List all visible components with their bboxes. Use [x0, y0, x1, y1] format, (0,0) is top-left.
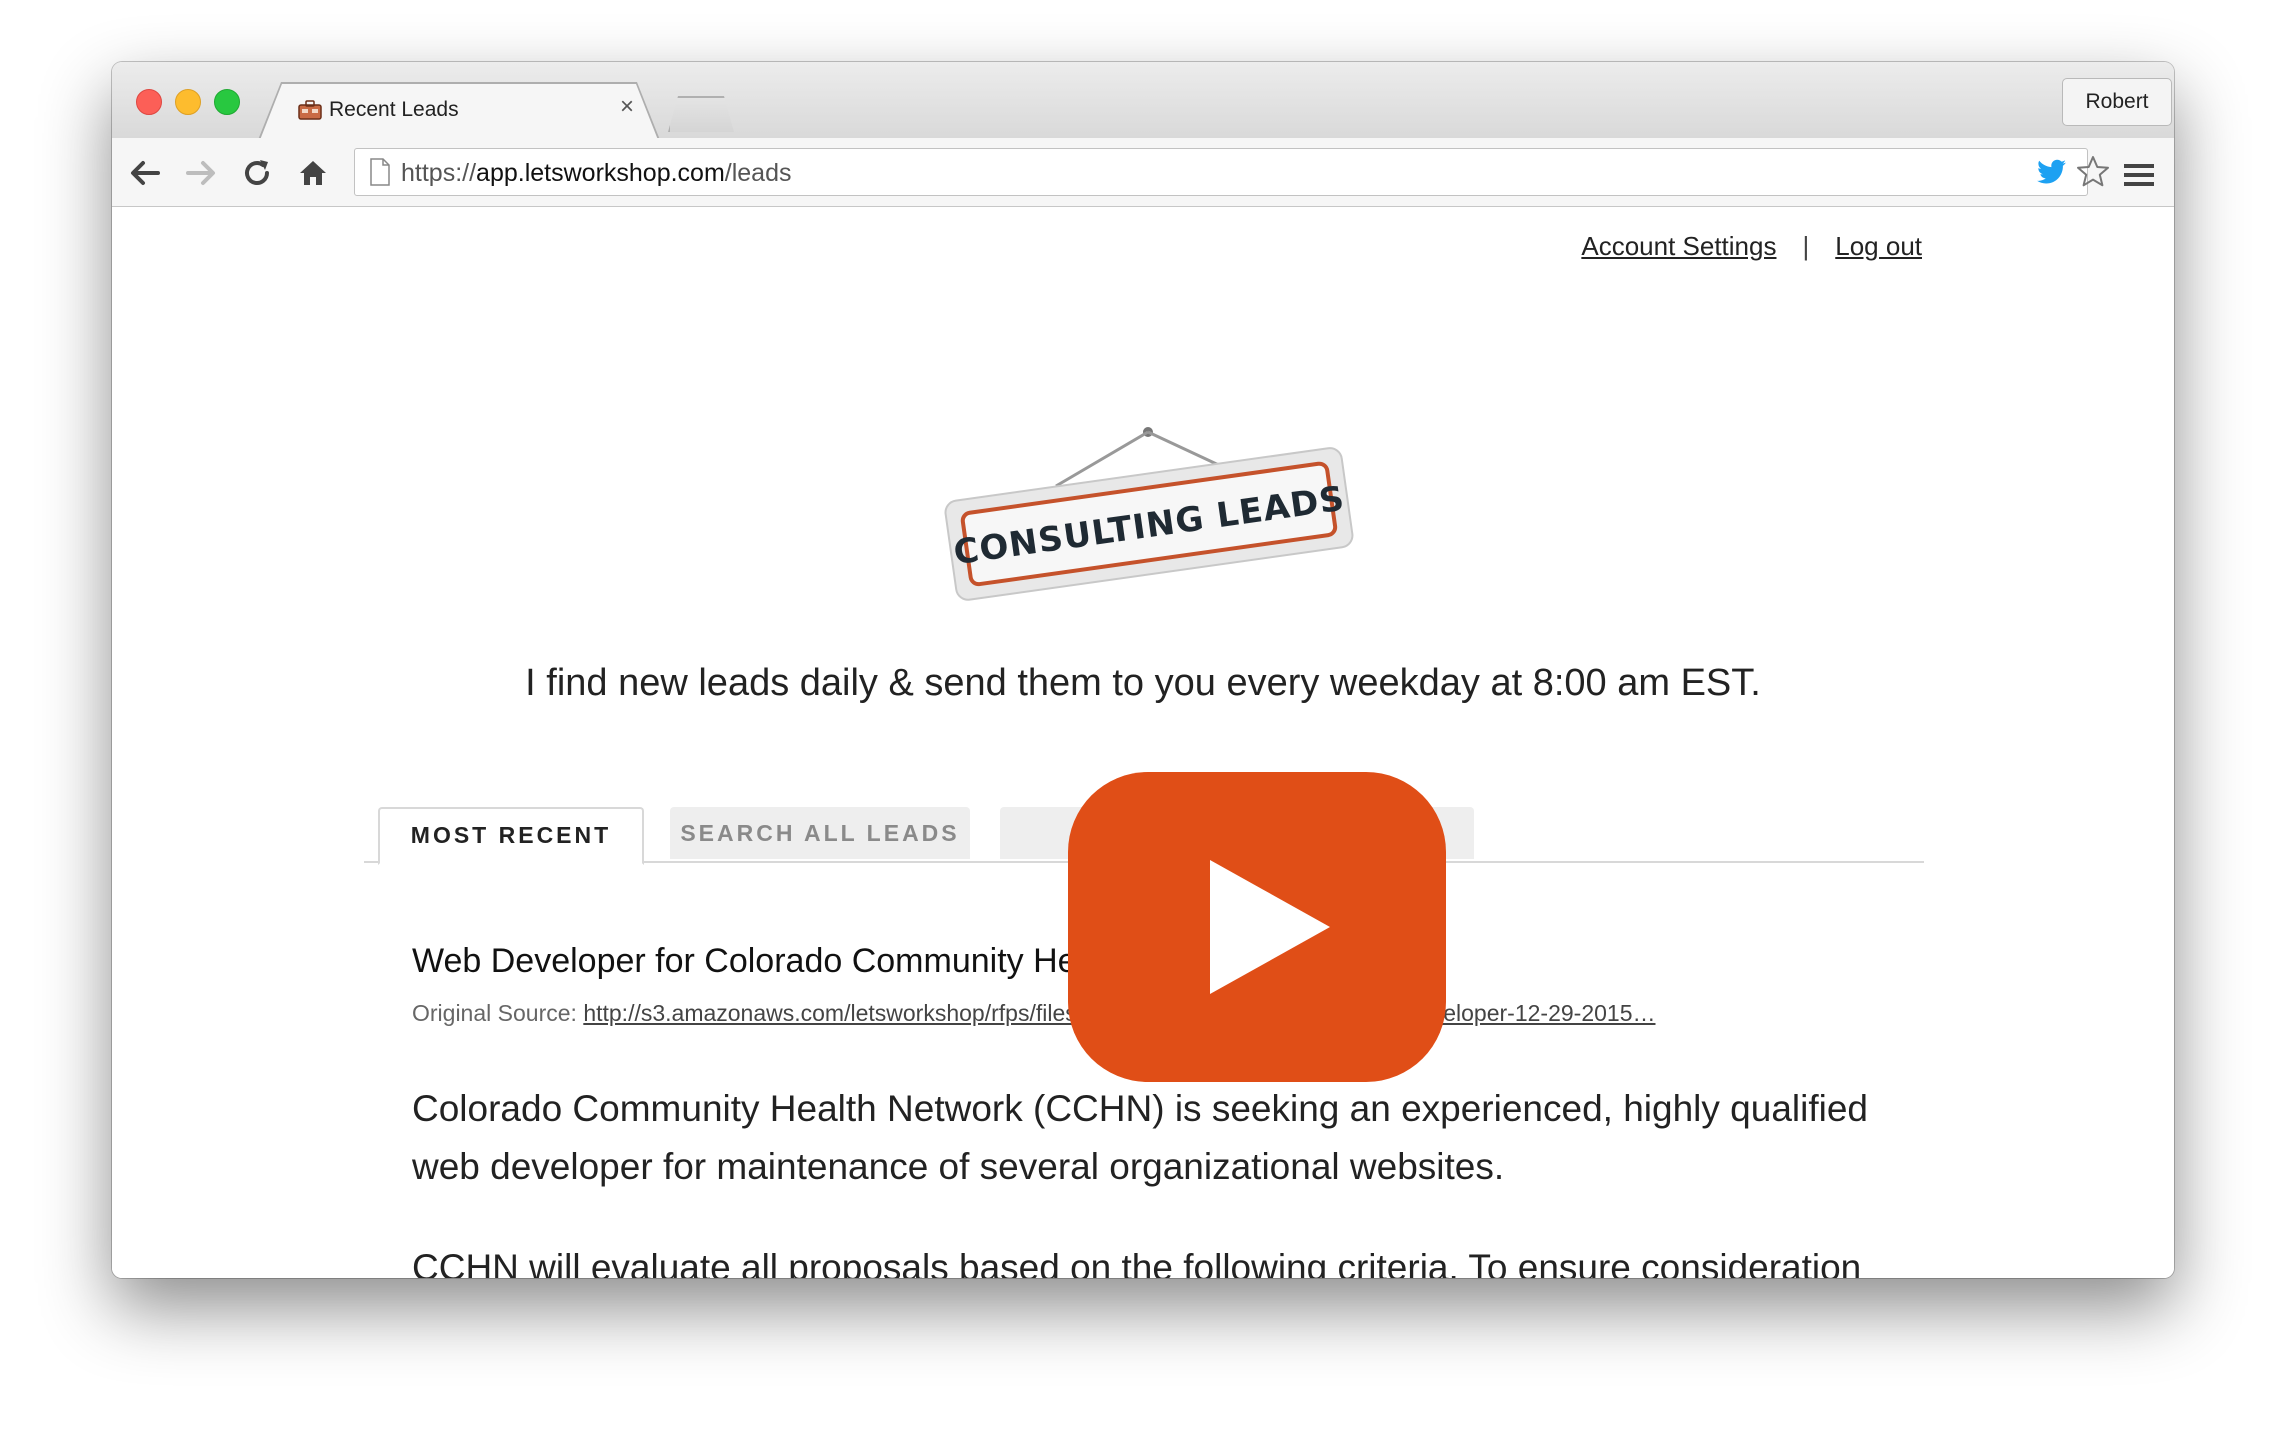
title-bar: Recent Leads × Robert	[112, 62, 2174, 140]
url-text[interactable]: https://app.letsworkshop.com/leads	[401, 159, 792, 188]
url-domain: app.letsworkshop.com	[476, 159, 725, 187]
top-links: Account Settings | Log out	[1581, 231, 1922, 262]
forward-arrow-icon[interactable]	[184, 156, 218, 190]
account-settings-link[interactable]: Account Settings	[1581, 231, 1776, 261]
reload-icon[interactable]	[240, 156, 274, 190]
zoom-window-button[interactable]	[214, 89, 240, 115]
browser-window: Recent Leads × Robert https://app.letswo…	[112, 62, 2174, 1278]
bookmark-star-icon[interactable]	[2075, 154, 2111, 190]
video-play-button[interactable]	[1068, 772, 1446, 1082]
source-label: Original Source:	[412, 1000, 577, 1026]
tab-close-icon[interactable]: ×	[620, 95, 634, 119]
toolbar: https://app.letsworkshop.com/leads	[112, 138, 2174, 207]
link-separator: |	[1802, 231, 1810, 261]
tab-search-all-leads[interactable]: SEARCH ALL LEADS	[670, 807, 970, 859]
tab-most-recent[interactable]: MOST RECENT	[378, 807, 644, 865]
hamburger-menu-icon[interactable]	[2124, 162, 2154, 188]
page-icon	[370, 158, 390, 186]
tab-title: Recent Leads	[329, 98, 459, 121]
close-window-button[interactable]	[136, 89, 162, 115]
lead-source: Original Source: http://s3.amazonaws.com…	[412, 1000, 1656, 1027]
page-content: Account Settings | Log out CONSULTING LEAD…	[112, 207, 2174, 1278]
profile-button[interactable]: Robert	[2062, 78, 2172, 126]
tagline: I find new leads daily & send them to yo…	[525, 662, 1761, 704]
lead-paragraph: CCHN will evaluate all proposals based o…	[412, 1247, 1862, 1278]
new-tab-button[interactable]	[668, 96, 734, 132]
address-bar[interactable]: https://app.letsworkshop.com/leads	[354, 148, 2109, 196]
minimize-window-button[interactable]	[175, 89, 201, 115]
logout-link[interactable]: Log out	[1835, 231, 1922, 261]
consulting-leads-logo: CONSULTING LEADS	[944, 427, 1354, 601]
url-path: /leads	[724, 159, 792, 187]
lead-paragraph: Colorado Community Health Network (CCHN)…	[412, 1088, 1868, 1187]
back-arrow-icon[interactable]	[128, 156, 162, 190]
twitter-icon[interactable]	[2037, 159, 2067, 185]
url-scheme: https://	[401, 159, 477, 187]
briefcase-icon	[298, 100, 322, 120]
home-icon[interactable]	[296, 156, 330, 190]
